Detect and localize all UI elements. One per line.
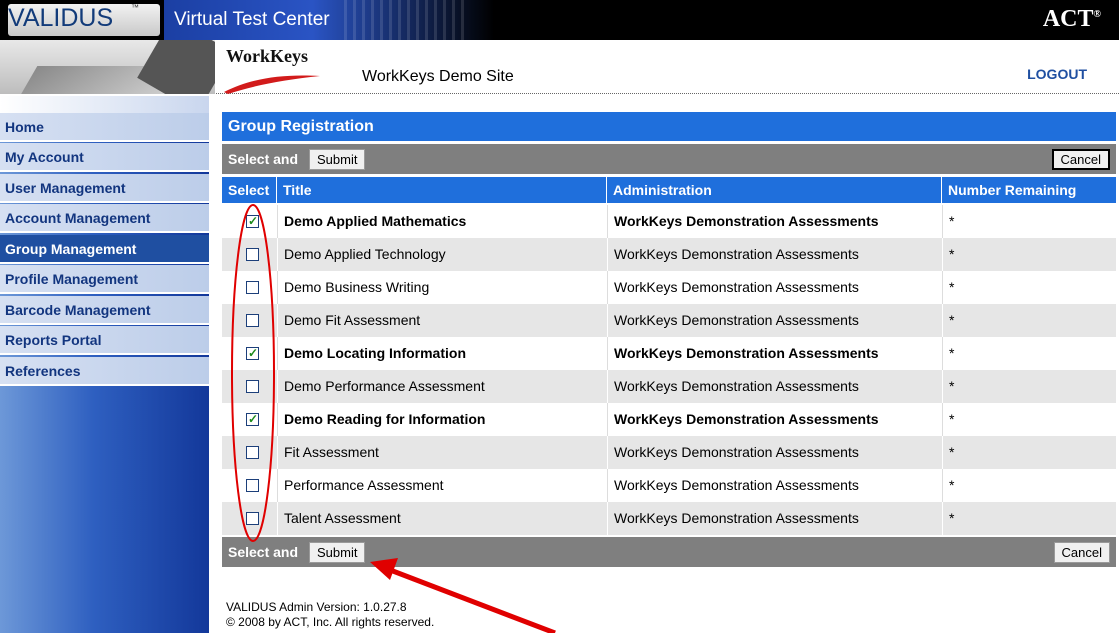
select-cell <box>222 205 277 238</box>
title-cell: Demo Performance Assessment <box>277 370 607 403</box>
submit-button-bottom[interactable]: Submit <box>309 542 366 563</box>
sidebar-item-user-management[interactable]: User Management <box>0 174 209 203</box>
select-cell <box>222 337 277 370</box>
administration-cell: WorkKeys Demonstration Assessments <box>607 238 942 271</box>
checkbox-unchecked-icon[interactable] <box>246 479 259 492</box>
table-row: Demo Reading for InformationWorkKeys Dem… <box>222 403 1116 436</box>
table-row: Fit Assessment WorkKeys Demonstration Ass… <box>222 436 1116 469</box>
table-row: Demo Locating InformationWorkKeys Demons… <box>222 337 1116 370</box>
title-cell: Demo Reading for Information <box>277 403 607 436</box>
select-cell <box>222 403 277 436</box>
checkbox-checked-icon[interactable] <box>246 213 259 229</box>
title-cell: Talent Assessment <box>277 502 607 535</box>
sidebar-item-group-management[interactable]: Group Management <box>0 235 209 264</box>
number-remaining-cell: * <box>942 337 1116 370</box>
number-remaining-cell: * <box>942 403 1116 436</box>
checkbox-unchecked-icon[interactable] <box>246 248 259 261</box>
sidebar-top-strip <box>0 96 209 113</box>
cancel-button-top[interactable]: Cancel <box>1051 149 1110 170</box>
select-cell <box>222 502 277 535</box>
administration-cell: WorkKeys Demonstration Assessments <box>607 304 942 337</box>
checkbox-unchecked-icon[interactable] <box>246 314 259 327</box>
administration-cell: WorkKeys Demonstration Assessments <box>607 436 942 469</box>
administration-cell: WorkKeys Demonstration Assessments <box>607 337 942 370</box>
version-text: VALIDUS Admin Version: 1.0.27.8 <box>226 600 407 614</box>
title-cell: Demo Applied Mathematics <box>277 205 607 238</box>
site-title: WorkKeys Demo Site <box>362 68 514 85</box>
number-remaining-cell: * <box>942 304 1116 337</box>
sidebar-item-profile-management[interactable]: Profile Management <box>0 265 209 294</box>
validus-trademark: ™ <box>131 3 139 12</box>
sidebar-item-references[interactable]: References <box>0 357 209 386</box>
number-remaining-cell: * <box>942 370 1116 403</box>
top-action-bar: Select and Submit Cancel <box>222 144 1116 174</box>
column-header-number-remaining[interactable]: Number Remaining <box>942 177 1116 203</box>
copyright-text: © 2008 by ACT, Inc. All rights reserved. <box>226 615 435 629</box>
number-remaining-cell: * <box>942 502 1116 535</box>
sidebar-item-my-account[interactable]: My Account <box>0 143 209 172</box>
select-cell <box>222 370 277 403</box>
table-row: Demo Applied Technology WorkKeys Demonstr… <box>222 238 1116 271</box>
laptop-image <box>0 40 215 94</box>
number-remaining-cell: * <box>942 436 1116 469</box>
select-cell <box>222 469 277 502</box>
logout-link[interactable]: LOGOUT <box>1027 66 1087 82</box>
select-cell <box>222 271 277 304</box>
administration-cell: WorkKeys Demonstration Assessments <box>607 370 942 403</box>
number-remaining-cell: * <box>942 469 1116 502</box>
sidebar-item-home[interactable]: Home <box>0 113 209 142</box>
administration-cell: WorkKeys Demonstration Assessments <box>607 469 942 502</box>
sidebar-item-account-management[interactable]: Account Management <box>0 204 209 233</box>
title-cell: Demo Fit Assessment <box>277 304 607 337</box>
administration-cell: WorkKeys Demonstration Assessments <box>607 403 942 436</box>
select-cell <box>222 436 277 469</box>
administration-cell: WorkKeys Demonstration Assessments <box>607 205 942 238</box>
number-remaining-cell: * <box>942 238 1116 271</box>
number-remaining-cell: * <box>942 271 1116 304</box>
table-row: Talent Assessment WorkKeys Demonstration … <box>222 502 1116 535</box>
title-cell: Demo Applied Technology <box>277 238 607 271</box>
column-header-title[interactable]: Title <box>277 177 607 203</box>
column-header-select[interactable]: Select <box>222 177 277 203</box>
submit-button-top[interactable]: Submit <box>309 149 366 170</box>
sidebar-item-barcode-management[interactable]: Barcode Management <box>0 296 209 325</box>
administration-cell: WorkKeys Demonstration Assessments <box>607 271 942 304</box>
select-cell <box>222 304 277 337</box>
title-cell: Performance Assessment <box>277 469 607 502</box>
column-header-administration[interactable]: Administration <box>607 177 942 203</box>
checkbox-unchecked-icon[interactable] <box>246 446 259 459</box>
select-and-label: Select and <box>228 544 299 560</box>
number-remaining-cell: * <box>942 205 1116 238</box>
title-cell: Fit Assessment <box>277 436 607 469</box>
select-and-label: Select and <box>228 151 299 167</box>
page-title: Group Registration <box>222 112 1116 141</box>
table-row: Demo Fit Assessment WorkKeys Demonstratio… <box>222 304 1116 337</box>
sidebar-item-reports-portal[interactable]: Reports Portal <box>0 326 209 355</box>
checkbox-unchecked-icon[interactable] <box>246 512 259 525</box>
checkbox-unchecked-icon[interactable] <box>246 380 259 393</box>
title-cell: Demo Locating Information <box>277 337 607 370</box>
table-row: Demo Applied MathematicsWorkKeys Demonst… <box>222 205 1116 238</box>
checkbox-checked-icon[interactable] <box>246 411 259 427</box>
select-cell <box>222 238 277 271</box>
workkeys-logo: WorkKeys <box>226 46 309 66</box>
app-title: Virtual Test Center <box>174 9 330 30</box>
table-row: Performance Assessment WorkKeys Demonstra… <box>222 469 1116 502</box>
validus-logo: VALIDUS <box>8 4 114 32</box>
checkbox-checked-icon[interactable] <box>246 345 259 361</box>
table-row: Demo Business Writing WorkKeys Demonstrat… <box>222 271 1116 304</box>
cancel-button-bottom[interactable]: Cancel <box>1053 542 1110 563</box>
checkbox-unchecked-icon[interactable] <box>246 281 259 294</box>
table-header: Select Title Administration Number Remai… <box>222 177 1116 203</box>
table-row: Demo Performance Assessment WorkKeys Demo… <box>222 370 1116 403</box>
act-logo: ACT® <box>1042 6 1101 32</box>
title-cell: Demo Business Writing <box>277 271 607 304</box>
bottom-action-bar: Select and Submit Cancel <box>222 537 1116 567</box>
administration-cell: WorkKeys Demonstration Assessments <box>607 502 942 535</box>
workkeys-swoosh-icon <box>224 75 320 94</box>
